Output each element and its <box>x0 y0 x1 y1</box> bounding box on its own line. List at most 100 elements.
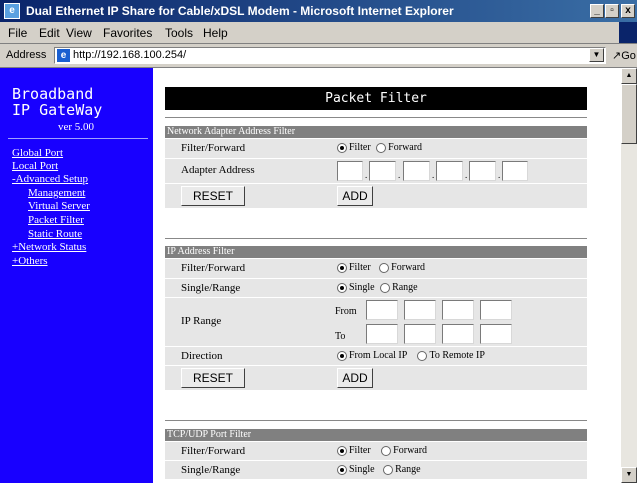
scroll-up-button[interactable]: ▲ <box>621 68 637 84</box>
port-range-radio[interactable] <box>383 464 394 475</box>
section-divider-1 <box>165 238 587 239</box>
nav-packet-filter[interactable]: Packet Filter <box>28 214 84 226</box>
port-filter-header: TCP/UDP Port Filter <box>165 429 587 441</box>
port-single-range-options: Single Range <box>337 464 421 475</box>
port-range-option-label: Range <box>395 464 421 475</box>
mac-filter-option-label: Filter <box>349 142 371 153</box>
ip-direction-options: From Local IP To Remote IP <box>337 350 485 361</box>
ip-single-range-options: Single Range <box>337 282 418 293</box>
port-mode-row: Filter/Forward Filter Forward <box>165 442 587 461</box>
nav-virtual-server[interactable]: Virtual Server <box>28 200 90 212</box>
address-bar: Address e http://192.168.100.254/ ▼ ↗Go <box>0 44 637 68</box>
main-content: Packet Filter Network Adapter Address Fi… <box>153 68 621 483</box>
menu-edit[interactable]: Edit <box>39 26 60 40</box>
ie-app-icon[interactable]: e <box>4 3 20 19</box>
nav-network-status[interactable]: +Network Status <box>12 241 86 253</box>
ip-single-range-row: Single/Range Single Range <box>165 279 587 298</box>
mac-octet-4[interactable] <box>436 161 463 181</box>
menu-tools[interactable]: Tools <box>165 26 193 40</box>
port-mode-label: Filter/Forward <box>181 445 246 457</box>
mac-filter-header: Network Adapter Address Filter <box>165 126 587 138</box>
mac-address-label: Adapter Address <box>181 164 255 176</box>
ip-single-radio[interactable] <box>337 282 347 293</box>
mac-forward-radio[interactable] <box>376 142 387 153</box>
ip-from-octet-4[interactable] <box>480 300 512 320</box>
ip-from-octet-2[interactable] <box>404 300 436 320</box>
mac-reset-button[interactable]: RESET <box>181 186 245 206</box>
close-button[interactable]: x <box>621 4 635 18</box>
port-mode-options: Filter Forward <box>337 445 427 456</box>
menu-bar: File Edit View Favorites Tools Help <box>0 22 637 44</box>
mac-octet-2[interactable] <box>369 161 396 181</box>
nav-advanced-setup[interactable]: -Advanced Setup <box>12 173 88 185</box>
ip-single-option-label: Single <box>349 282 375 293</box>
nav-others[interactable]: +Others <box>12 255 48 267</box>
mac-sep-5: . <box>498 170 501 180</box>
ip-to-octet-2[interactable] <box>404 324 436 344</box>
page-title: Packet Filter <box>165 87 587 110</box>
go-button[interactable]: ↗Go <box>612 49 636 62</box>
ip-forward-radio[interactable] <box>379 262 390 273</box>
ip-from-octet-3[interactable] <box>442 300 474 320</box>
nav-static-route[interactable]: Static Route <box>28 228 82 240</box>
mac-mode-row: Filter/Forward Filter Forward <box>165 139 587 159</box>
port-filter-option-label: Filter <box>349 445 371 456</box>
ip-from-local-radio[interactable] <box>337 350 347 361</box>
ip-range-row: IP Range From To <box>165 298 587 347</box>
address-url[interactable]: http://192.168.100.254/ <box>73 49 186 61</box>
port-filter-radio[interactable] <box>337 445 347 456</box>
vertical-scrollbar[interactable]: ▲ ▼ <box>621 68 637 483</box>
ip-actions-row: RESET ADD <box>165 366 587 391</box>
nav-local-port[interactable]: Local Port <box>12 160 58 172</box>
menu-help[interactable]: Help <box>203 26 228 40</box>
port-forward-radio[interactable] <box>381 445 392 456</box>
menu-favorites[interactable]: Favorites <box>103 26 152 40</box>
ip-to-remote-option-label: To Remote IP <box>429 350 485 361</box>
page-viewport: Broadband IP GateWay ver 5.00 Global Por… <box>0 68 621 483</box>
mac-octet-1[interactable] <box>337 161 363 181</box>
ip-to-remote-radio[interactable] <box>417 350 428 361</box>
port-single-range-label: Single/Range <box>181 464 241 476</box>
mac-forward-option-label: Forward <box>388 142 423 153</box>
port-single-option-label: Single <box>349 464 375 475</box>
mac-filter-radio[interactable] <box>337 142 347 153</box>
mac-sep-1: . <box>365 170 368 180</box>
ip-mode-row: Filter/Forward Filter Forward <box>165 259 587 279</box>
ip-from-octet-1[interactable] <box>366 300 398 320</box>
menu-view[interactable]: View <box>66 26 92 40</box>
mac-octet-6[interactable] <box>502 161 528 181</box>
brand: Broadband IP GateWay <box>12 86 102 118</box>
ip-reset-button[interactable]: RESET <box>181 368 245 388</box>
ip-direction-label: Direction <box>181 350 223 362</box>
ip-range-radio[interactable] <box>380 282 391 293</box>
ip-from-local-option-label: From Local IP <box>349 350 407 361</box>
ip-add-button[interactable]: ADD <box>337 368 373 388</box>
sidebar-divider <box>8 138 148 139</box>
ip-to-octet-1[interactable] <box>366 324 398 344</box>
mac-add-button[interactable]: ADD <box>337 186 373 206</box>
page-icon: e <box>57 49 70 62</box>
maximize-button[interactable]: ▫ <box>605 4 619 18</box>
port-single-radio[interactable] <box>337 464 347 475</box>
menu-file[interactable]: File <box>8 26 27 40</box>
ip-to-octet-4[interactable] <box>480 324 512 344</box>
ip-to-octet-3[interactable] <box>442 324 474 344</box>
version-label: ver 5.00 <box>58 121 95 133</box>
address-input[interactable]: e http://192.168.100.254/ <box>54 47 606 64</box>
ip-forward-option-label: Forward <box>391 262 426 273</box>
mac-octet-5[interactable] <box>469 161 496 181</box>
scroll-thumb[interactable] <box>621 84 637 144</box>
nav-global-port[interactable]: Global Port <box>12 147 63 159</box>
go-label: Go <box>621 50 636 62</box>
scroll-down-button[interactable]: ▼ <box>621 467 637 483</box>
ip-mode-options: Filter Forward <box>337 262 425 273</box>
address-label: Address <box>6 49 47 61</box>
window-title: Dual Ethernet IP Share for Cable/xDSL Mo… <box>26 4 454 18</box>
port-single-range-row: Single/Range Single Range <box>165 461 587 480</box>
mac-octet-3[interactable] <box>403 161 430 181</box>
ip-filter-option-label: Filter <box>349 262 371 273</box>
minimize-button[interactable]: _ <box>590 4 604 18</box>
address-dropdown-button[interactable]: ▼ <box>589 48 604 62</box>
nav-management[interactable]: Management <box>28 187 85 199</box>
ip-filter-radio[interactable] <box>337 262 347 273</box>
